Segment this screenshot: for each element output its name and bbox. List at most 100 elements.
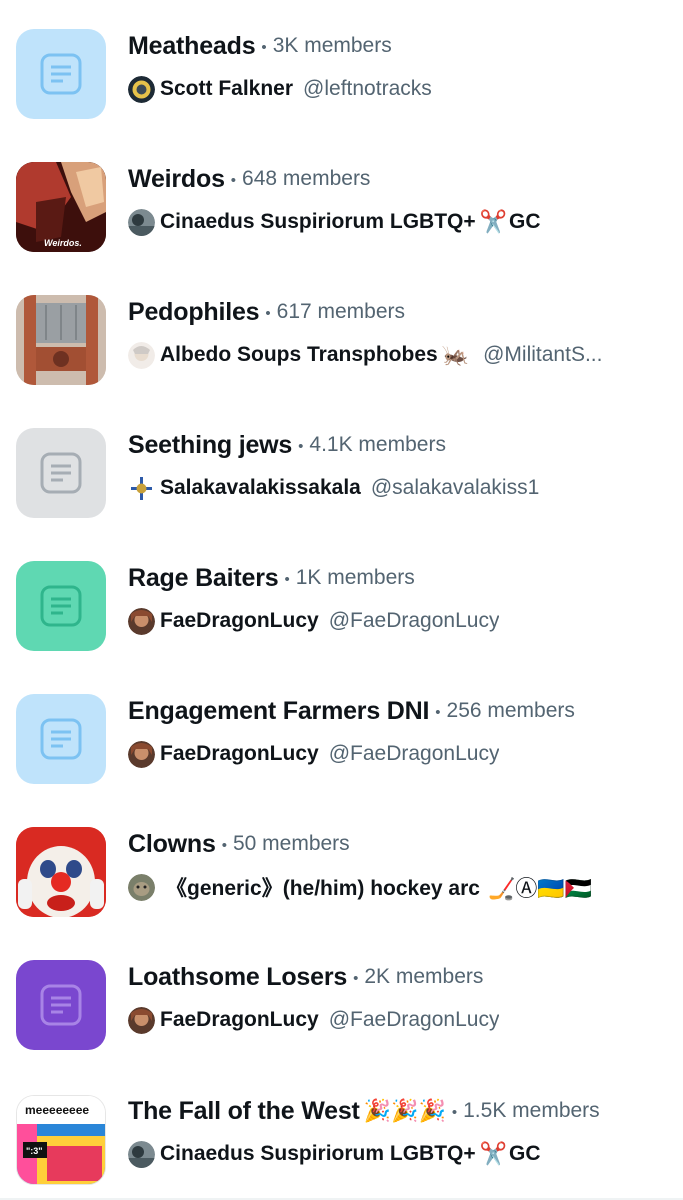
community-name[interactable]: Loathsome Losers: [128, 963, 347, 992]
community-title-line: Pedophiles • 617 members: [128, 297, 671, 327]
guillotine-image: [16, 295, 106, 385]
community-name[interactable]: Clowns: [128, 830, 216, 859]
community-owner-line: Cinaedus Suspiriorum LGBTQ+ ✂️ GC: [128, 1139, 653, 1169]
community-row[interactable]: Clowns • 50 members 《generic》(he/him) ho…: [0, 798, 683, 931]
scissors-icon: ✂️: [479, 209, 508, 234]
community-photo-thumbnail: [16, 827, 106, 917]
community-name[interactable]: Seething jews: [128, 431, 292, 460]
community-owner-line: 《generic》(he/him) hockey arc 🏒Ⓐ🇺🇦🇵🇸: [128, 872, 653, 902]
separator-dot: •: [353, 969, 359, 987]
community-row[interactable]: Loathsome Losers • 2K members FaeDragonL…: [0, 931, 683, 1064]
owner-handle[interactable]: @leftnotracks: [303, 77, 432, 101]
owner-name[interactable]: FaeDragonLucy: [160, 1008, 319, 1032]
avatar[interactable]: [128, 75, 155, 103]
avatar[interactable]: [128, 740, 155, 768]
community-owner-line: FaeDragonLucy @FaeDragonLucy: [128, 1005, 653, 1035]
owner-handle[interactable]: @FaeDragonLucy: [329, 742, 500, 766]
avatar[interactable]: [128, 607, 155, 635]
community-row[interactable]: Engagement Farmers DNI • 256 members Fae…: [0, 665, 683, 798]
community-title-line: The Fall of the West 🎉🎉🎉 • 1.5K members: [128, 1096, 671, 1126]
community-placeholder-thumbnail: [16, 694, 106, 784]
owner-name[interactable]: 《generic》(he/him) hockey arc: [166, 872, 480, 902]
community-name[interactable]: Meatheads: [128, 32, 256, 61]
avatar[interactable]: [128, 208, 155, 236]
member-count: 50 members: [232, 832, 350, 855]
avatar[interactable]: [128, 474, 155, 502]
community-title-line: Meatheads • 3K members: [128, 31, 671, 61]
community-owner-line: FaeDragonLucy @FaeDragonLucy: [128, 606, 653, 636]
member-count: 1.5K members: [463, 1099, 600, 1122]
community-placeholder-thumbnail: [16, 29, 106, 119]
community-row[interactable]: Weirdos. Weirdos • 648 members Cinaedus …: [0, 133, 683, 266]
community-photo-thumbnail: meeeeeeee ":3": [16, 1095, 106, 1185]
member-count: 4.1K members: [309, 433, 446, 456]
member-count: 256 members: [446, 699, 575, 722]
clown-photo-image: [16, 827, 106, 917]
community-placeholder-thumbnail: [16, 960, 106, 1050]
community-row[interactable]: Meatheads • 3K members Scott Falkner @le…: [0, 0, 683, 133]
weirdos-photo-image: Weirdos.: [16, 162, 106, 252]
owner-handle[interactable]: @FaeDragonLucy: [329, 609, 500, 633]
owner-handle[interactable]: @MilitantS...: [483, 343, 602, 367]
party-popper-icons: 🎉🎉🎉: [363, 1098, 446, 1123]
member-count: 2K members: [364, 965, 484, 988]
member-count: 3K members: [272, 34, 392, 57]
owner-handle[interactable]: @salakavalakiss1: [371, 476, 539, 500]
community-name[interactable]: Engagement Farmers DNI: [128, 697, 429, 726]
community-row[interactable]: Rage Baiters • 1K members FaeDragonLucy …: [0, 532, 683, 665]
owner-name-suffix[interactable]: GC: [509, 210, 541, 234]
owner-name[interactable]: Salakavalakissakala: [160, 476, 361, 500]
community-title-line: Weirdos • 648 members: [128, 164, 671, 194]
document-icon: [40, 53, 82, 95]
owner-name[interactable]: FaeDragonLucy: [160, 609, 319, 633]
document-icon: [40, 585, 82, 627]
community-title-line: Engagement Farmers DNI • 256 members: [128, 696, 671, 726]
owner-name[interactable]: Cinaedus Suspiriorum LGBTQ+: [160, 210, 476, 234]
community-name[interactable]: Pedophiles: [128, 298, 260, 327]
member-count: 617 members: [276, 300, 406, 323]
separator-dot: •: [435, 703, 441, 721]
document-icon: [40, 718, 82, 760]
separator-dot: •: [265, 304, 271, 322]
member-count: 1K members: [295, 566, 415, 589]
community-row[interactable]: Pedophiles • 617 members Albedo Soups Tr…: [0, 266, 683, 399]
owner-name[interactable]: Albedo Soups Transphobes: [160, 343, 438, 367]
owner-name[interactable]: FaeDragonLucy: [160, 742, 319, 766]
avatar[interactable]: [128, 873, 155, 901]
separator-dot: •: [230, 171, 237, 189]
separator-dot: •: [221, 836, 227, 854]
separator-dot: •: [284, 570, 290, 588]
owner-name[interactable]: Cinaedus Suspiriorum LGBTQ+: [160, 1142, 476, 1166]
community-title-line: Seething jews • 4.1K members: [128, 430, 671, 460]
community-owner-line: Albedo Soups Transphobes 🦗 @MilitantS...: [128, 340, 653, 370]
separator-dot: •: [261, 38, 267, 56]
owner-name-suffix[interactable]: GC: [509, 1142, 541, 1166]
thumbnail-caption: meeeeeeee: [25, 1103, 89, 1117]
meme-image: meeeeeeee ":3": [17, 1096, 105, 1184]
community-owner-line: FaeDragonLucy @FaeDragonLucy: [128, 739, 653, 769]
community-placeholder-thumbnail: [16, 561, 106, 651]
community-name[interactable]: The Fall of the West: [128, 1097, 360, 1126]
community-name[interactable]: Weirdos: [128, 165, 225, 194]
owner-name[interactable]: Scott Falkner: [160, 77, 293, 101]
community-title-line: Clowns • 50 members: [128, 829, 671, 859]
community-owner-line: Salakavalakissakala @salakavalakiss1: [128, 473, 653, 503]
separator-dot: •: [451, 1103, 458, 1121]
communities-list: Meatheads • 3K members Scott Falkner @le…: [0, 0, 683, 1200]
community-row[interactable]: meeeeeeee ":3" The Fall of the West 🎉🎉🎉 …: [0, 1064, 683, 1200]
avatar[interactable]: [128, 1006, 155, 1034]
community-owner-line: Scott Falkner @leftnotracks: [128, 74, 653, 104]
thumbnail-caption: ":3": [26, 1146, 43, 1156]
document-icon: [40, 984, 82, 1026]
scissors-icon: ✂️: [479, 1141, 508, 1166]
community-photo-thumbnail: Weirdos.: [16, 162, 106, 252]
community-title-line: Loathsome Losers • 2K members: [128, 962, 671, 992]
community-row[interactable]: Seething jews • 4.1K members Salakavalak…: [0, 399, 683, 532]
community-owner-line: Cinaedus Suspiriorum LGBTQ+ ✂️ GC: [128, 207, 653, 237]
avatar[interactable]: [128, 341, 155, 369]
community-name[interactable]: Rage Baiters: [128, 564, 279, 593]
cricket-icon: 🦗: [441, 342, 470, 367]
avatar[interactable]: [128, 1140, 155, 1168]
community-title-line: Rage Baiters • 1K members: [128, 563, 671, 593]
owner-handle[interactable]: @FaeDragonLucy: [329, 1008, 500, 1032]
